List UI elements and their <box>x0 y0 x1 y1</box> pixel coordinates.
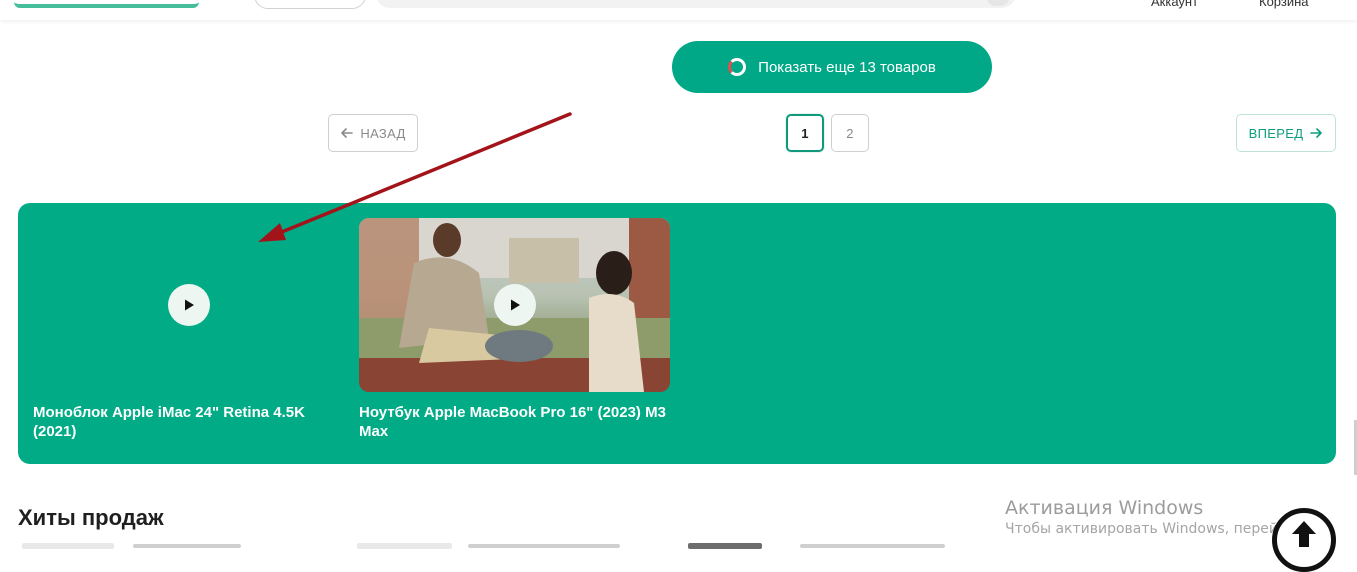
arrow-up-icon <box>1292 521 1316 547</box>
play-icon <box>184 299 194 311</box>
video-card[interactable]: Моноблок Apple iMac 24" Retina 4.5K (202… <box>33 218 344 441</box>
video-title[interactable]: Моноблок Apple iMac 24" Retina 4.5K (202… <box>33 403 344 441</box>
windows-activation-title: Активация Windows <box>1005 497 1204 519</box>
pagination-prev-label: НАЗАД <box>360 125 406 141</box>
product-image[interactable] <box>22 543 114 549</box>
cart-link[interactable]: Корзина <box>1259 0 1309 9</box>
play-icon <box>510 299 520 311</box>
arrow-left-icon <box>341 128 354 138</box>
search-input[interactable] <box>376 0 1016 8</box>
account-link[interactable]: Аккаунт <box>1151 0 1198 9</box>
video-card[interactable]: Ноутбук Apple MacBook Pro 16" (2023) M3 … <box>359 218 670 441</box>
load-more-label: Показать еще 13 товаров <box>758 58 936 76</box>
product-name[interactable] <box>468 544 620 548</box>
video-thumbnail[interactable] <box>359 218 670 392</box>
video-title[interactable]: Ноутбук Apple MacBook Pro 16" (2023) M3 … <box>359 403 670 441</box>
arrow-right-icon <box>1310 128 1323 138</box>
video-thumbnail[interactable] <box>33 218 344 392</box>
load-more-button[interactable]: Показать еще 13 товаров <box>672 41 992 93</box>
pagination-prev-button[interactable]: НАЗАД <box>328 114 418 152</box>
product-image[interactable] <box>688 543 762 549</box>
product-name[interactable] <box>800 544 945 548</box>
video-banner: Моноблок Apple iMac 24" Retina 4.5K (202… <box>18 203 1336 464</box>
site-logo[interactable] <box>14 0 199 8</box>
search-button[interactable] <box>986 0 1010 6</box>
page-number: 1 <box>801 125 809 141</box>
site-header: Аккаунт Корзина <box>0 0 1357 20</box>
pagination-next-button[interactable]: ВПЕРЕД <box>1236 114 1336 152</box>
product-name[interactable] <box>133 544 241 548</box>
scroll-to-top-button[interactable] <box>1272 508 1336 572</box>
section-title: Хиты продаж <box>18 505 164 530</box>
page-number: 2 <box>846 125 854 141</box>
play-button[interactable] <box>167 284 210 326</box>
catalog-button[interactable] <box>254 0 366 9</box>
play-button[interactable] <box>493 284 536 326</box>
pagination-page-1[interactable]: 1 <box>786 114 824 152</box>
product-image[interactable] <box>357 543 452 549</box>
pagination-page-2[interactable]: 2 <box>831 114 869 152</box>
loading-spinner-icon <box>728 58 747 76</box>
pagination-next-label: ВПЕРЕД <box>1248 125 1304 141</box>
